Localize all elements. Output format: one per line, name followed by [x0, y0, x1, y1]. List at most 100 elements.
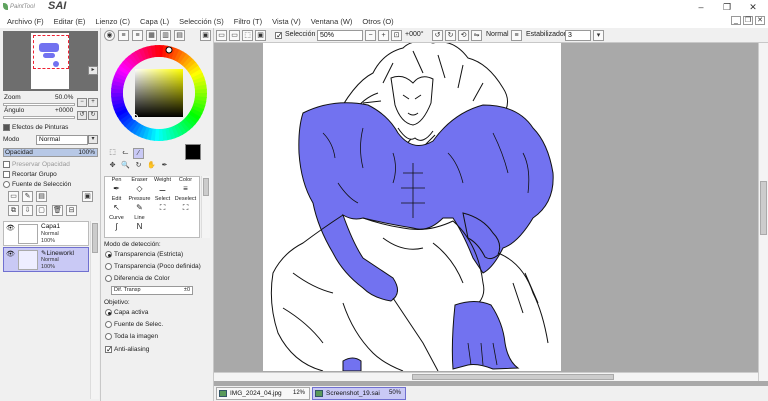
layer-scrollbar[interactable] [90, 221, 99, 399]
tool-pen[interactable]: Pen ✒ [105, 177, 128, 196]
canvas-horizontal-scrollbar[interactable] [214, 372, 758, 381]
doc-close-icon[interactable]: ✕ [755, 16, 765, 25]
stabilizer-field[interactable]: 3 [565, 30, 591, 41]
zoom-out-button[interactable]: − [77, 98, 87, 107]
primary-color-swatch[interactable] [185, 144, 201, 160]
hand-tool-icon[interactable]: ✋ [146, 161, 157, 172]
stabilizer-toggle-icon[interactable]: ≡ [511, 30, 522, 41]
close-icon[interactable]: ✕ [740, 0, 766, 14]
tool-curve[interactable]: Curve ∫ [105, 215, 128, 234]
tab-screenshot-19[interactable]: Screenshot_19.sai 50% [312, 387, 406, 400]
hsv-slider-tab-icon[interactable]: ≡ [132, 30, 143, 41]
rotate-right-button[interactable]: ↻ [88, 111, 98, 120]
rgb-slider-tab-icon[interactable]: ≡ [118, 30, 129, 41]
merge-down-icon[interactable]: ⇩ [22, 205, 33, 216]
tool-line[interactable]: Line Ν [128, 215, 151, 234]
detection-loose-radio[interactable] [105, 263, 112, 270]
opacity-bar[interactable]: Opacidad 100% [3, 148, 98, 157]
delete-layer-alt-icon[interactable]: ⊟ [66, 205, 77, 216]
angle-field[interactable]: +000° [405, 31, 424, 38]
navigator-preview[interactable] [3, 31, 98, 91]
blend-mode-label[interactable]: Normal [486, 31, 509, 38]
canvas-vertical-scrollbar[interactable] [758, 43, 768, 381]
move-icon[interactable]: ✥ [107, 161, 118, 172]
detection-strict-radio[interactable] [105, 251, 112, 258]
delete-layer-icon[interactable]: 🗑 [52, 205, 63, 216]
menu-editar[interactable]: Editar (E) [54, 17, 86, 26]
scratchpad-tab-icon[interactable]: ▥ [160, 30, 171, 41]
angle-slider[interactable] [3, 116, 75, 119]
show-selection-checkbox[interactable] [275, 31, 283, 40]
menu-vista[interactable]: Vista (V) [272, 17, 301, 26]
menu-archivo[interactable]: Archivo (F) [7, 17, 44, 26]
rotate-cw-icon[interactable]: ↻ [445, 30, 456, 41]
clip-group-checkbox[interactable] [3, 171, 10, 178]
menu-lienzo[interactable]: Lienzo (C) [95, 17, 130, 26]
rotate-left-button[interactable]: ↺ [77, 111, 87, 120]
chevron-down-icon[interactable]: ▾ [88, 135, 98, 144]
chevron-down-icon[interactable]: ▾ [593, 30, 604, 41]
zoom-tool-icon[interactable]: 🔍 [120, 161, 131, 172]
new-layer-icon[interactable]: ▭ [8, 191, 19, 202]
doc-restore-icon[interactable]: ❐ [743, 16, 753, 25]
view-frame[interactable] [33, 35, 69, 69]
color-panel-menu-icon[interactable]: ▣ [200, 30, 211, 41]
detection-color-radio[interactable] [105, 275, 112, 282]
color-mixer-tab-icon[interactable]: ▤ [174, 30, 185, 41]
rotate-ccw-icon[interactable]: ↺ [432, 30, 443, 41]
menu-seleccion[interactable]: Selección (S) [179, 17, 224, 26]
layer-row-selected[interactable]: 👁 ✎Lineworkl Normal 100% [3, 247, 89, 272]
layer-row[interactable]: 👁 Capa1 Normal 100% [3, 221, 89, 246]
new-linework-icon[interactable]: ✎ [22, 191, 33, 202]
deselect-icon[interactable]: ▭ [229, 30, 240, 41]
visibility-eye-icon[interactable]: 👁 [6, 224, 15, 233]
menu-ventana[interactable]: Ventana (W) [311, 17, 353, 26]
magic-wand-icon[interactable]: ⁄ [133, 148, 144, 159]
menu-capa[interactable]: Capa (L) [140, 17, 169, 26]
rotate-reset-icon[interactable]: ⟲ [458, 30, 469, 41]
invert-selection-icon[interactable]: ▣ [255, 30, 266, 41]
tool-deselect[interactable]: Deselect ⛶ [174, 196, 197, 215]
copy-layer-icon[interactable]: ⧉ [8, 205, 19, 216]
restore-icon[interactable]: ❐ [714, 0, 740, 14]
crop-icon[interactable]: ⬚ [242, 30, 253, 41]
lasso-icon[interactable]: ᓚ [120, 148, 131, 159]
blend-mode-dropdown[interactable]: Normal [36, 135, 88, 145]
preserve-opacity-checkbox[interactable] [3, 161, 10, 168]
doc-minimize-icon[interactable]: _ [731, 16, 741, 25]
tool-eraser[interactable]: Eraser ◇ [128, 177, 151, 196]
menu-filtro[interactable]: Filtro (T) [234, 17, 262, 26]
color-wheel-tab-icon[interactable]: ◉ [104, 30, 115, 41]
zoom-out-icon[interactable]: − [365, 30, 376, 41]
tool-edit[interactable]: Edit ↖ [105, 196, 128, 215]
new-folder-icon[interactable]: ▤ [36, 191, 47, 202]
selection-source-radio[interactable] [3, 181, 10, 188]
zoom-reset-icon[interactable]: ⊡ [391, 30, 402, 41]
effects-toggle-icon[interactable] [3, 124, 10, 131]
zoom-in-button[interactable]: + [88, 98, 98, 107]
tool-grid-scrollbar[interactable] [201, 176, 210, 238]
transparency-diff-bar[interactable]: Dif. Transp ±0 [111, 286, 193, 295]
layer-menu-icon[interactable]: ▣ [82, 191, 93, 202]
zoom-slider[interactable] [3, 103, 75, 106]
selection-menu-icon[interactable]: ▭ [216, 30, 227, 41]
target-whole-image-radio[interactable] [105, 333, 112, 340]
color-wheel[interactable] [110, 44, 208, 142]
tab-img-2024[interactable]: IMG_2024_04.jpg 12% [216, 387, 310, 400]
clear-layer-icon[interactable]: ▢ [36, 205, 47, 216]
tool-color[interactable]: Color ≡ [174, 177, 197, 196]
flip-icon[interactable]: ⇋ [471, 30, 482, 41]
rect-select-icon[interactable]: ⬚ [107, 148, 118, 159]
tool-select[interactable]: Select ⛶ [151, 196, 174, 215]
eyedropper-icon[interactable]: ✒ [159, 161, 170, 172]
visibility-eye-icon[interactable]: 👁 [6, 250, 15, 259]
navigator-toggle-icon[interactable]: ▸ [88, 66, 98, 75]
target-selection-source-radio[interactable] [105, 321, 112, 328]
tool-pressure[interactable]: Pressure ✎ [128, 196, 151, 215]
zoom-field[interactable]: 50% [317, 30, 363, 41]
target-active-layer-radio[interactable] [105, 309, 112, 316]
zoom-in-icon[interactable]: + [378, 30, 389, 41]
drawing-canvas[interactable] [263, 43, 561, 371]
menu-otros[interactable]: Otros (O) [362, 17, 393, 26]
swatch-tab-icon[interactable]: ▦ [146, 30, 157, 41]
